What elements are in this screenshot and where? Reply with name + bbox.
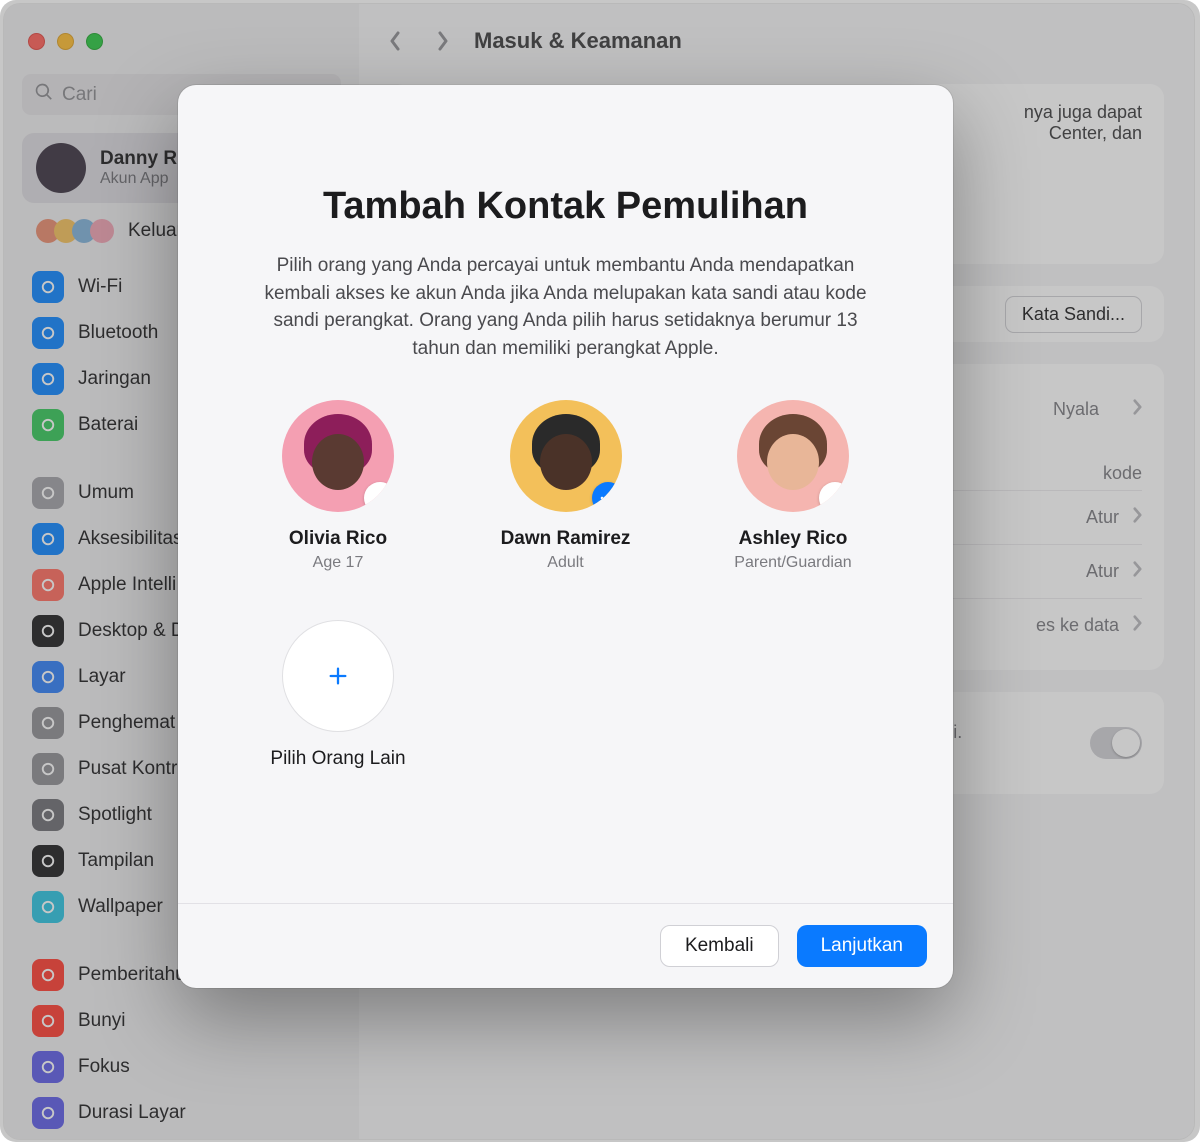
contact-olivia-rico[interactable]: Olivia Rico Age 17 [248,400,428,572]
contact-sub: Adult [547,554,583,572]
modal-footer: Kembali Lanjutkan [178,904,953,988]
modal-description: Pilih orang yang Anda percayai untuk mem… [260,252,871,362]
plus-circle [282,620,394,732]
recovery-contact-modal: Tambah Kontak Pemulihan Pilih orang yang… [178,85,953,988]
continue-button[interactable]: Lanjutkan [797,925,927,967]
add-other-person[interactable]: Pilih Orang Lain [248,620,428,770]
contact-avatar [510,400,622,512]
contact-sub: Parent/Guardian [734,554,851,572]
unselected-badge [819,482,849,512]
modal-title: Tambah Kontak Pemulihan [238,185,893,228]
contact-name: Dawn Ramirez [501,528,631,550]
contact-ashley-rico[interactable]: Ashley Rico Parent/Guardian [703,400,883,572]
add-other-label: Pilih Orang Lain [270,748,405,770]
unselected-badge [364,482,394,512]
back-button[interactable]: Kembali [660,925,779,967]
contact-avatar [282,400,394,512]
contact-sub: Age 17 [313,554,364,572]
contact-name: Ashley Rico [739,528,848,550]
contact-dawn-ramirez[interactable]: Dawn Ramirez Adult [476,400,656,572]
contact-name: Olivia Rico [289,528,387,550]
selected-check-icon [592,482,622,512]
contact-avatar [737,400,849,512]
